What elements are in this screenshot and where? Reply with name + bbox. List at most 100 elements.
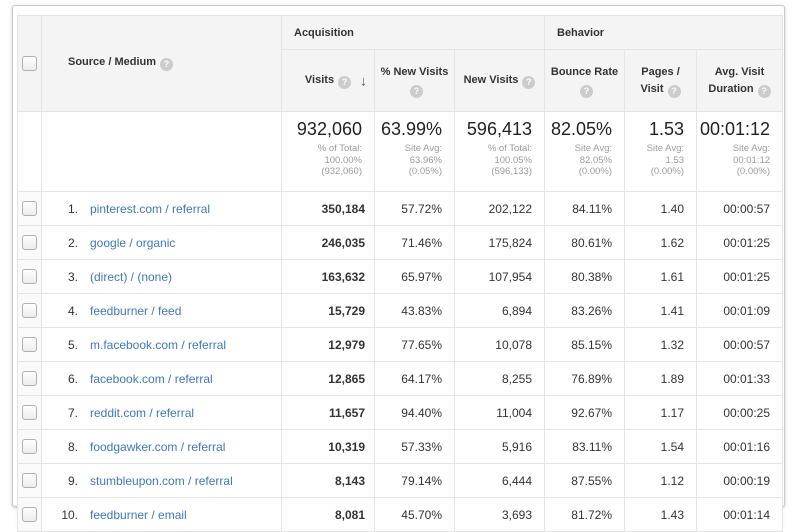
source-medium-table: Source / Medium? Acquisition Behavior Vi… xyxy=(17,15,783,532)
row-checkbox[interactable] xyxy=(22,337,37,352)
new-visits-value: 5,916 xyxy=(455,430,545,464)
group-header-row: Source / Medium? Acquisition Behavior xyxy=(18,16,783,50)
group-header-behavior: Behavior xyxy=(545,16,783,50)
pct-new-visits-value: 77.65% xyxy=(375,328,455,362)
select-all-checkbox[interactable] xyxy=(22,56,37,71)
row-rank: 9. xyxy=(54,474,78,488)
pct-new-visits-value: 43.83% xyxy=(375,294,455,328)
source-medium-link[interactable]: (direct) / (none) xyxy=(90,270,172,284)
column-header-bounce-rate[interactable]: Bounce Rate? xyxy=(545,50,625,112)
row-rank: 3. xyxy=(54,270,78,284)
new-visits-value: 8,255 xyxy=(455,362,545,396)
column-header-pct-new-visits[interactable]: % New Visits? xyxy=(375,50,455,112)
pct-new-visits-value: 57.33% xyxy=(375,430,455,464)
visits-value: 246,035 xyxy=(282,226,375,260)
summary-avg-duration-subtext: Site Avg:00:01:12(0.00%) xyxy=(699,143,770,178)
row-rank: 6. xyxy=(54,372,78,386)
pages-visit-value: 1.54 xyxy=(625,430,697,464)
table-row: 8.foodgawker.com / referral10,31957.33%5… xyxy=(18,430,783,464)
source-medium-link[interactable]: reddit.com / referral xyxy=(90,406,194,420)
avg-duration-value: 00:01:14 xyxy=(697,498,783,532)
source-medium-cell: 7.reddit.com / referral xyxy=(42,396,282,430)
summary-pct-new-visits-value: 63.99% xyxy=(377,119,442,140)
column-header-avg-duration[interactable]: Avg. Visit Duration? xyxy=(697,50,783,112)
summary-avg-duration-value: 00:01:12 xyxy=(699,119,770,140)
avg-duration-value: 00:01:16 xyxy=(697,430,783,464)
source-medium-link[interactable]: facebook.com / referral xyxy=(90,372,213,386)
summary-new-visits-value: 596,413 xyxy=(457,119,532,140)
source-medium-link[interactable]: google / organic xyxy=(90,236,175,250)
help-icon[interactable]: ? xyxy=(758,85,771,98)
summary-visits-subtext: % of Total:100.00%(932,060) xyxy=(284,143,362,178)
help-icon[interactable]: ? xyxy=(410,85,423,98)
pages-visit-value: 1.32 xyxy=(625,328,697,362)
acquisition-label: Acquisition xyxy=(294,27,354,39)
row-checkbox-cell xyxy=(18,396,42,430)
row-checkbox[interactable] xyxy=(22,405,37,420)
pages-visit-value: 1.41 xyxy=(625,294,697,328)
table-row: 3.(direct) / (none)163,63265.97%107,9548… xyxy=(18,260,783,294)
avg-duration-value: 00:00:57 xyxy=(697,192,783,226)
row-checkbox[interactable] xyxy=(22,269,37,284)
source-medium-link[interactable]: stumbleupon.com / referral xyxy=(90,474,233,488)
table-row: 5.m.facebook.com / referral12,97977.65%1… xyxy=(18,328,783,362)
source-medium-link[interactable]: foodgawker.com / referral xyxy=(90,440,225,454)
pct-new-visits-value: 45.70% xyxy=(375,498,455,532)
bounce-rate-value: 92.67% xyxy=(545,396,625,430)
visits-value: 15,729 xyxy=(282,294,375,328)
visits-value: 163,632 xyxy=(282,260,375,294)
help-icon[interactable]: ? xyxy=(160,58,173,71)
column-header-source-medium[interactable]: Source / Medium? xyxy=(42,16,282,112)
avg-duration-label: Avg. Visit Duration xyxy=(708,66,764,95)
help-icon[interactable]: ? xyxy=(522,76,535,89)
row-checkbox[interactable] xyxy=(22,371,37,386)
sort-descending-icon[interactable]: ↓ xyxy=(360,72,367,89)
row-checkbox[interactable] xyxy=(22,201,37,216)
row-rank: 5. xyxy=(54,338,78,352)
pages-visit-value: 1.43 xyxy=(625,498,697,532)
table-row: 10.feedburner / email8,08145.70%3,69381.… xyxy=(18,498,783,532)
bounce-rate-value: 84.11% xyxy=(545,192,625,226)
source-medium-cell: 3. (direct) / (none) xyxy=(42,260,282,294)
new-visits-value: 202,122 xyxy=(455,192,545,226)
group-header-acquisition: Acquisition xyxy=(282,16,545,50)
column-header-new-visits[interactable]: New Visits? xyxy=(455,50,545,112)
source-medium-link[interactable]: feedburner / email xyxy=(90,508,187,522)
help-icon[interactable]: ? xyxy=(338,76,351,89)
row-checkbox[interactable] xyxy=(22,473,37,488)
row-checkbox-cell xyxy=(18,328,42,362)
row-rank: 4. xyxy=(54,304,78,318)
help-icon[interactable]: ? xyxy=(580,85,593,98)
column-header-pages-visit[interactable]: Pages / Visit? xyxy=(625,50,697,112)
source-medium-label: Source / Medium xyxy=(68,56,156,68)
source-medium-cell: 8.foodgawker.com / referral xyxy=(42,430,282,464)
avg-duration-value: 00:01:33 xyxy=(697,362,783,396)
row-checkbox[interactable] xyxy=(22,439,37,454)
visits-value: 8,081 xyxy=(282,498,375,532)
column-header-visits[interactable]: Visits? ↓ xyxy=(282,50,375,112)
pages-visit-value: 1.12 xyxy=(625,464,697,498)
row-checkbox[interactable] xyxy=(22,235,37,250)
summary-pages-visit: 1.53 Site Avg:1.53(0.00%) xyxy=(625,112,697,192)
summary-visits: 932,060 % of Total:100.00%(932,060) xyxy=(282,112,375,192)
new-visits-value: 11,004 xyxy=(455,396,545,430)
pct-new-visits-value: 65.97% xyxy=(375,260,455,294)
pct-new-visits-value: 94.40% xyxy=(375,396,455,430)
visits-value: 8,143 xyxy=(282,464,375,498)
avg-duration-value: 00:00:19 xyxy=(697,464,783,498)
source-medium-link[interactable]: feedburner / feed xyxy=(90,304,181,318)
source-medium-link[interactable]: pinterest.com / referral xyxy=(90,202,210,216)
source-medium-link[interactable]: m.facebook.com / referral xyxy=(90,338,226,352)
behavior-label: Behavior xyxy=(557,27,604,39)
row-checkbox-cell xyxy=(18,294,42,328)
avg-duration-value: 00:00:25 xyxy=(697,396,783,430)
row-checkbox-cell xyxy=(18,430,42,464)
source-medium-cell: 10.feedburner / email xyxy=(42,498,282,532)
summary-visits-value: 932,060 xyxy=(284,119,362,140)
new-visits-value: 6,894 xyxy=(455,294,545,328)
help-icon[interactable]: ? xyxy=(668,85,681,98)
row-checkbox[interactable] xyxy=(22,507,37,522)
pct-new-visits-value: 71.46% xyxy=(375,226,455,260)
pages-visit-value: 1.89 xyxy=(625,362,697,396)
row-checkbox[interactable] xyxy=(22,303,37,318)
